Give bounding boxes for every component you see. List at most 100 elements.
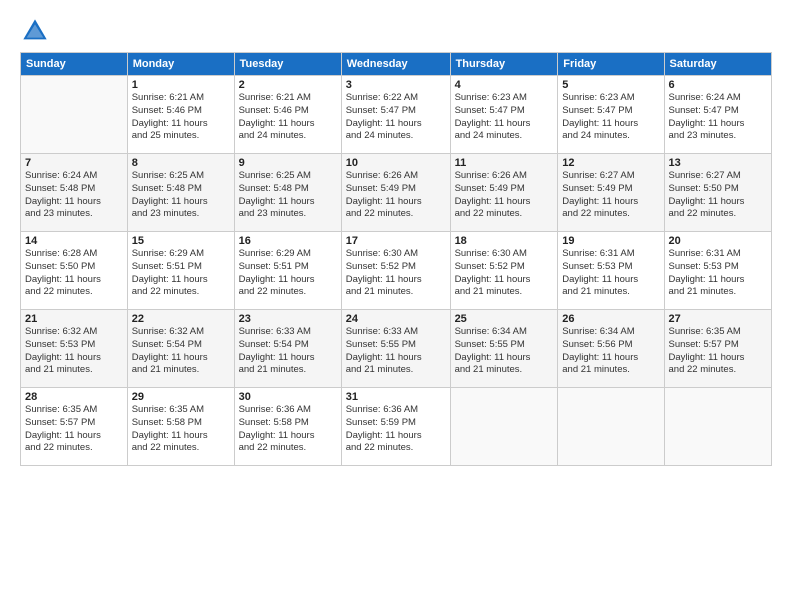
day-info: Sunrise: 6:27 AM Sunset: 5:50 PM Dayligh… <box>669 170 768 221</box>
calendar-cell <box>21 76 128 154</box>
day-info: Sunrise: 6:27 AM Sunset: 5:49 PM Dayligh… <box>562 170 659 221</box>
calendar-cell <box>664 388 772 466</box>
day-info: Sunrise: 6:32 AM Sunset: 5:54 PM Dayligh… <box>132 326 230 377</box>
day-info: Sunrise: 6:31 AM Sunset: 5:53 PM Dayligh… <box>669 248 768 299</box>
day-number: 19 <box>562 235 659 247</box>
day-info: Sunrise: 6:29 AM Sunset: 5:51 PM Dayligh… <box>239 248 337 299</box>
day-number: 7 <box>25 157 123 169</box>
calendar-cell: 28Sunrise: 6:35 AM Sunset: 5:57 PM Dayli… <box>21 388 128 466</box>
calendar-cell: 29Sunrise: 6:35 AM Sunset: 5:58 PM Dayli… <box>127 388 234 466</box>
calendar-page: SundayMondayTuesdayWednesdayThursdayFrid… <box>0 0 792 612</box>
day-number: 28 <box>25 391 123 403</box>
day-number: 18 <box>455 235 554 247</box>
day-number: 26 <box>562 313 659 325</box>
calendar-cell: 2Sunrise: 6:21 AM Sunset: 5:46 PM Daylig… <box>234 76 341 154</box>
day-number: 31 <box>346 391 446 403</box>
calendar-cell: 19Sunrise: 6:31 AM Sunset: 5:53 PM Dayli… <box>558 232 664 310</box>
day-info: Sunrise: 6:23 AM Sunset: 5:47 PM Dayligh… <box>455 92 554 143</box>
calendar-cell: 5Sunrise: 6:23 AM Sunset: 5:47 PM Daylig… <box>558 76 664 154</box>
day-number: 25 <box>455 313 554 325</box>
calendar-cell: 10Sunrise: 6:26 AM Sunset: 5:49 PM Dayli… <box>341 154 450 232</box>
day-info: Sunrise: 6:29 AM Sunset: 5:51 PM Dayligh… <box>132 248 230 299</box>
calendar-table: SundayMondayTuesdayWednesdayThursdayFrid… <box>20 52 772 466</box>
day-info: Sunrise: 6:22 AM Sunset: 5:47 PM Dayligh… <box>346 92 446 143</box>
day-number: 9 <box>239 157 337 169</box>
week-row-5: 28Sunrise: 6:35 AM Sunset: 5:57 PM Dayli… <box>21 388 772 466</box>
calendar-cell: 23Sunrise: 6:33 AM Sunset: 5:54 PM Dayli… <box>234 310 341 388</box>
calendar-cell <box>558 388 664 466</box>
day-info: Sunrise: 6:26 AM Sunset: 5:49 PM Dayligh… <box>346 170 446 221</box>
day-info: Sunrise: 6:33 AM Sunset: 5:54 PM Dayligh… <box>239 326 337 377</box>
calendar-cell: 24Sunrise: 6:33 AM Sunset: 5:55 PM Dayli… <box>341 310 450 388</box>
calendar-cell: 26Sunrise: 6:34 AM Sunset: 5:56 PM Dayli… <box>558 310 664 388</box>
calendar-cell: 9Sunrise: 6:25 AM Sunset: 5:48 PM Daylig… <box>234 154 341 232</box>
day-number: 11 <box>455 157 554 169</box>
day-info: Sunrise: 6:36 AM Sunset: 5:59 PM Dayligh… <box>346 404 446 455</box>
day-number: 14 <box>25 235 123 247</box>
day-number: 6 <box>669 79 768 91</box>
day-number: 1 <box>132 79 230 91</box>
day-number: 12 <box>562 157 659 169</box>
day-number: 23 <box>239 313 337 325</box>
day-info: Sunrise: 6:36 AM Sunset: 5:58 PM Dayligh… <box>239 404 337 455</box>
day-number: 29 <box>132 391 230 403</box>
calendar-cell: 15Sunrise: 6:29 AM Sunset: 5:51 PM Dayli… <box>127 232 234 310</box>
weekday-header-tuesday: Tuesday <box>234 53 341 76</box>
calendar-cell: 7Sunrise: 6:24 AM Sunset: 5:48 PM Daylig… <box>21 154 128 232</box>
day-info: Sunrise: 6:25 AM Sunset: 5:48 PM Dayligh… <box>132 170 230 221</box>
page-header <box>20 16 772 46</box>
calendar-cell: 17Sunrise: 6:30 AM Sunset: 5:52 PM Dayli… <box>341 232 450 310</box>
calendar-cell: 6Sunrise: 6:24 AM Sunset: 5:47 PM Daylig… <box>664 76 772 154</box>
week-row-1: 1 Sunrise: 6:21 AM Sunset: 5:46 PM Daylig… <box>21 76 772 154</box>
calendar-cell: 30Sunrise: 6:36 AM Sunset: 5:58 PM Dayli… <box>234 388 341 466</box>
day-info: Sunrise: 6:33 AM Sunset: 5:55 PM Dayligh… <box>346 326 446 377</box>
day-number: 22 <box>132 313 230 325</box>
calendar-cell: 25Sunrise: 6:34 AM Sunset: 5:55 PM Dayli… <box>450 310 558 388</box>
logo <box>20 16 54 46</box>
day-info: Sunrise: 6:21 AM Sunset: 5:46 PM Dayligh… <box>239 92 337 143</box>
calendar-cell: 8Sunrise: 6:25 AM Sunset: 5:48 PM Daylig… <box>127 154 234 232</box>
day-info: Sunrise: 6:26 AM Sunset: 5:49 PM Dayligh… <box>455 170 554 221</box>
calendar-cell: 13Sunrise: 6:27 AM Sunset: 5:50 PM Dayli… <box>664 154 772 232</box>
day-info: Sunrise: 6:23 AM Sunset: 5:47 PM Dayligh… <box>562 92 659 143</box>
calendar-cell: 21Sunrise: 6:32 AM Sunset: 5:53 PM Dayli… <box>21 310 128 388</box>
day-info: Sunrise: 6:32 AM Sunset: 5:53 PM Dayligh… <box>25 326 123 377</box>
day-info: Sunrise: 6:28 AM Sunset: 5:50 PM Dayligh… <box>25 248 123 299</box>
calendar-cell: 22Sunrise: 6:32 AM Sunset: 5:54 PM Dayli… <box>127 310 234 388</box>
day-number: 17 <box>346 235 446 247</box>
calendar-cell: 18Sunrise: 6:30 AM Sunset: 5:52 PM Dayli… <box>450 232 558 310</box>
day-info: Sunrise: 6:34 AM Sunset: 5:55 PM Dayligh… <box>455 326 554 377</box>
week-row-2: 7Sunrise: 6:24 AM Sunset: 5:48 PM Daylig… <box>21 154 772 232</box>
calendar-cell: 11Sunrise: 6:26 AM Sunset: 5:49 PM Dayli… <box>450 154 558 232</box>
weekday-header-thursday: Thursday <box>450 53 558 76</box>
logo-icon <box>20 16 50 46</box>
day-number: 13 <box>669 157 768 169</box>
day-number: 3 <box>346 79 446 91</box>
day-number: 5 <box>562 79 659 91</box>
day-number: 24 <box>346 313 446 325</box>
day-info: Sunrise: 6:25 AM Sunset: 5:48 PM Dayligh… <box>239 170 337 221</box>
day-info: Sunrise: 6:24 AM Sunset: 5:48 PM Dayligh… <box>25 170 123 221</box>
day-info: Sunrise: 6:35 AM Sunset: 5:57 PM Dayligh… <box>669 326 768 377</box>
day-number: 27 <box>669 313 768 325</box>
weekday-header-wednesday: Wednesday <box>341 53 450 76</box>
day-number: 16 <box>239 235 337 247</box>
weekday-header-friday: Friday <box>558 53 664 76</box>
calendar-cell: 16Sunrise: 6:29 AM Sunset: 5:51 PM Dayli… <box>234 232 341 310</box>
day-number: 4 <box>455 79 554 91</box>
day-info: Sunrise: 6:31 AM Sunset: 5:53 PM Dayligh… <box>562 248 659 299</box>
calendar-cell: 27Sunrise: 6:35 AM Sunset: 5:57 PM Dayli… <box>664 310 772 388</box>
calendar-cell <box>450 388 558 466</box>
week-row-3: 14Sunrise: 6:28 AM Sunset: 5:50 PM Dayli… <box>21 232 772 310</box>
calendar-cell: 1Sunrise: 6:21 AM Sunset: 5:46 PM Daylig… <box>127 76 234 154</box>
calendar-cell: 14Sunrise: 6:28 AM Sunset: 5:50 PM Dayli… <box>21 232 128 310</box>
day-info: Sunrise: 6:34 AM Sunset: 5:56 PM Dayligh… <box>562 326 659 377</box>
calendar-cell: 4Sunrise: 6:23 AM Sunset: 5:47 PM Daylig… <box>450 76 558 154</box>
day-number: 2 <box>239 79 337 91</box>
week-row-4: 21Sunrise: 6:32 AM Sunset: 5:53 PM Dayli… <box>21 310 772 388</box>
calendar-cell: 20Sunrise: 6:31 AM Sunset: 5:53 PM Dayli… <box>664 232 772 310</box>
day-number: 30 <box>239 391 337 403</box>
day-number: 10 <box>346 157 446 169</box>
day-number: 15 <box>132 235 230 247</box>
day-number: 21 <box>25 313 123 325</box>
